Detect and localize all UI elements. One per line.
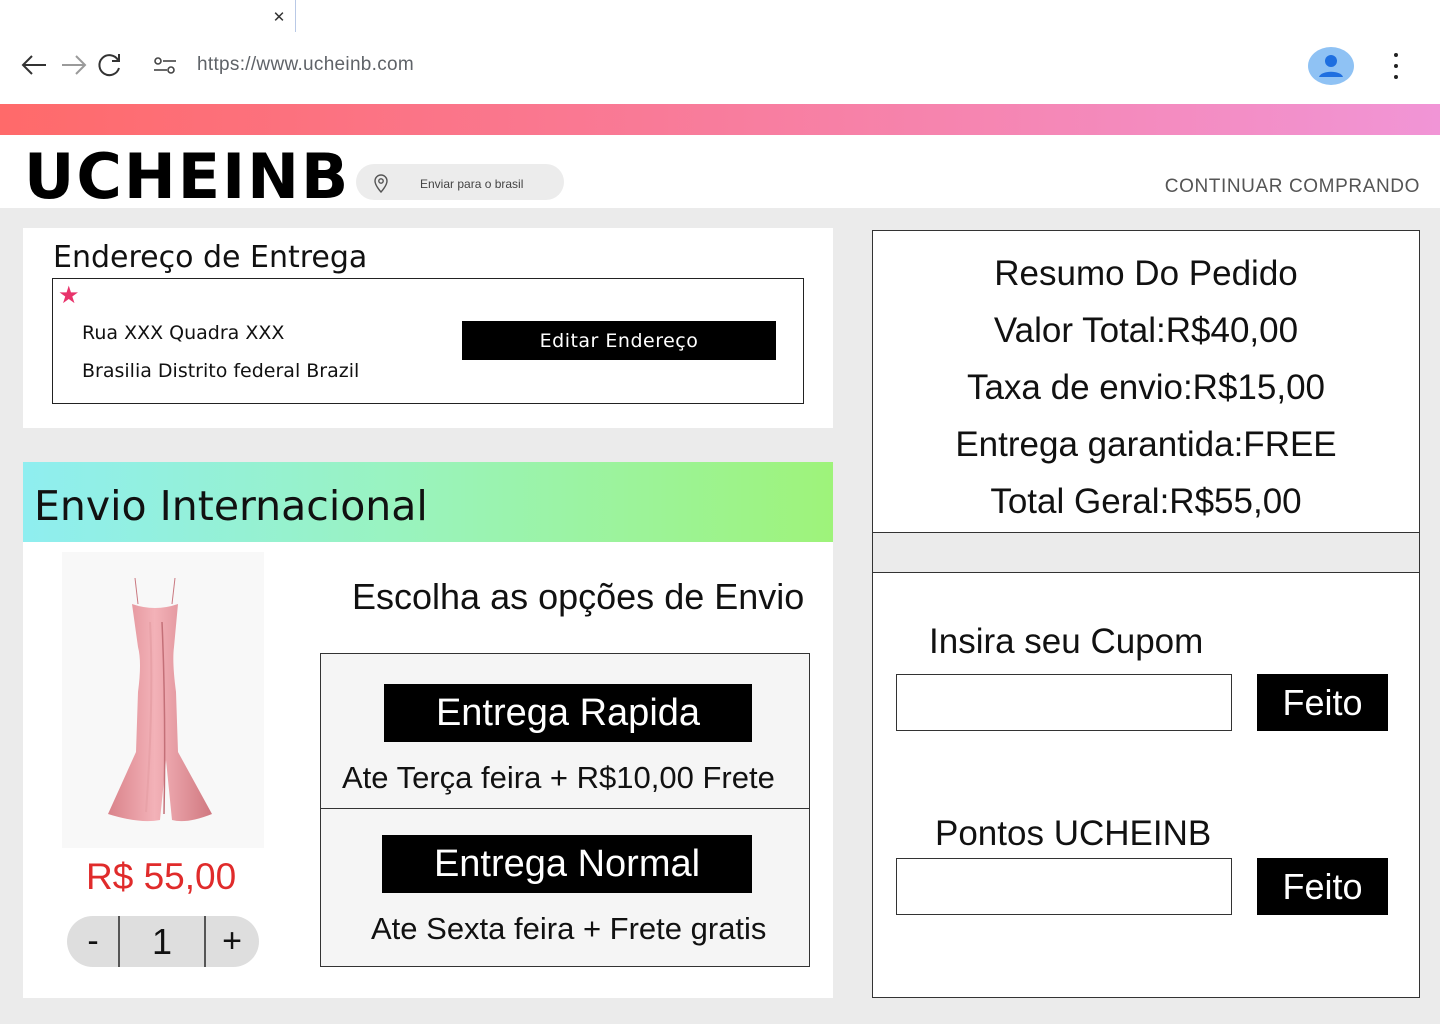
address-street: Rua XXX Quadra XXX: [82, 322, 285, 344]
apply-coupon-button[interactable]: Feito: [1257, 674, 1388, 731]
location-pin-icon: [372, 173, 390, 197]
apply-points-button[interactable]: Feito: [1257, 858, 1388, 915]
delivery-address-title: Endereço de Entrega: [53, 240, 368, 275]
shipping-fee: Taxa de envio:R$15,00: [966, 368, 1326, 407]
address-city: Brasilia Distrito federal Brazil: [82, 360, 360, 382]
ship-to-selector[interactable]: Enviar para o brasil: [356, 164, 564, 200]
coupon-label: Insira seu Cupom: [929, 622, 1204, 661]
coupon-input[interactable]: [896, 674, 1232, 731]
continue-shopping-link[interactable]: CONTINUAR COMPRANDO: [1165, 176, 1420, 198]
normal-delivery-description: Ate Sexta feira + Frete gratis: [371, 911, 767, 946]
summary-divider: [872, 572, 1420, 573]
promo-gradient-band: [0, 104, 1440, 135]
reload-icon[interactable]: [96, 51, 124, 79]
grand-total: Total Geral:R$55,00: [990, 482, 1302, 521]
store-logo[interactable]: UCHEINB: [24, 140, 350, 213]
profile-avatar-icon[interactable]: [1308, 47, 1354, 85]
quantity-increase-button[interactable]: +: [206, 916, 258, 967]
quantity-value[interactable]: 1: [120, 916, 204, 967]
ship-to-label: Enviar para o brasil: [420, 177, 524, 191]
points-input[interactable]: [896, 858, 1232, 915]
shipping-options-heading: Escolha as opções de Envio: [352, 576, 805, 617]
back-arrow-icon[interactable]: [20, 53, 48, 77]
order-total-value: Valor Total:R$40,00: [993, 311, 1299, 350]
guaranteed-delivery: Entrega garantida:FREE: [955, 425, 1337, 464]
fast-delivery-button[interactable]: Entrega Rapida: [384, 684, 752, 742]
tab-close-icon[interactable]: ✕: [268, 6, 290, 28]
points-label: Pontos UCHEINB: [935, 814, 1212, 853]
browser-menu-icon[interactable]: [1386, 50, 1406, 82]
summary-spacer: [873, 533, 1419, 572]
international-shipping-title: Envio Internacional: [34, 482, 428, 530]
tab-divider: [295, 0, 296, 32]
fast-delivery-description: Ate Terça feira + R$10,00 Frete: [342, 760, 775, 795]
star-icon: ★: [58, 281, 80, 309]
product-image[interactable]: [62, 552, 264, 848]
site-settings-icon[interactable]: [152, 55, 178, 77]
shipping-options-divider: [320, 808, 810, 809]
forward-arrow-icon[interactable]: [60, 53, 88, 77]
address-bar-url[interactable]: https://www.ucheinb.com: [197, 54, 414, 76]
quantity-decrease-button[interactable]: -: [67, 916, 119, 967]
edit-address-button[interactable]: Editar Endereço: [462, 321, 776, 360]
product-price: R$ 55,00: [86, 856, 237, 897]
order-summary-title: Resumo Do Pedido: [994, 254, 1298, 293]
normal-delivery-button[interactable]: Entrega Normal: [382, 835, 752, 893]
